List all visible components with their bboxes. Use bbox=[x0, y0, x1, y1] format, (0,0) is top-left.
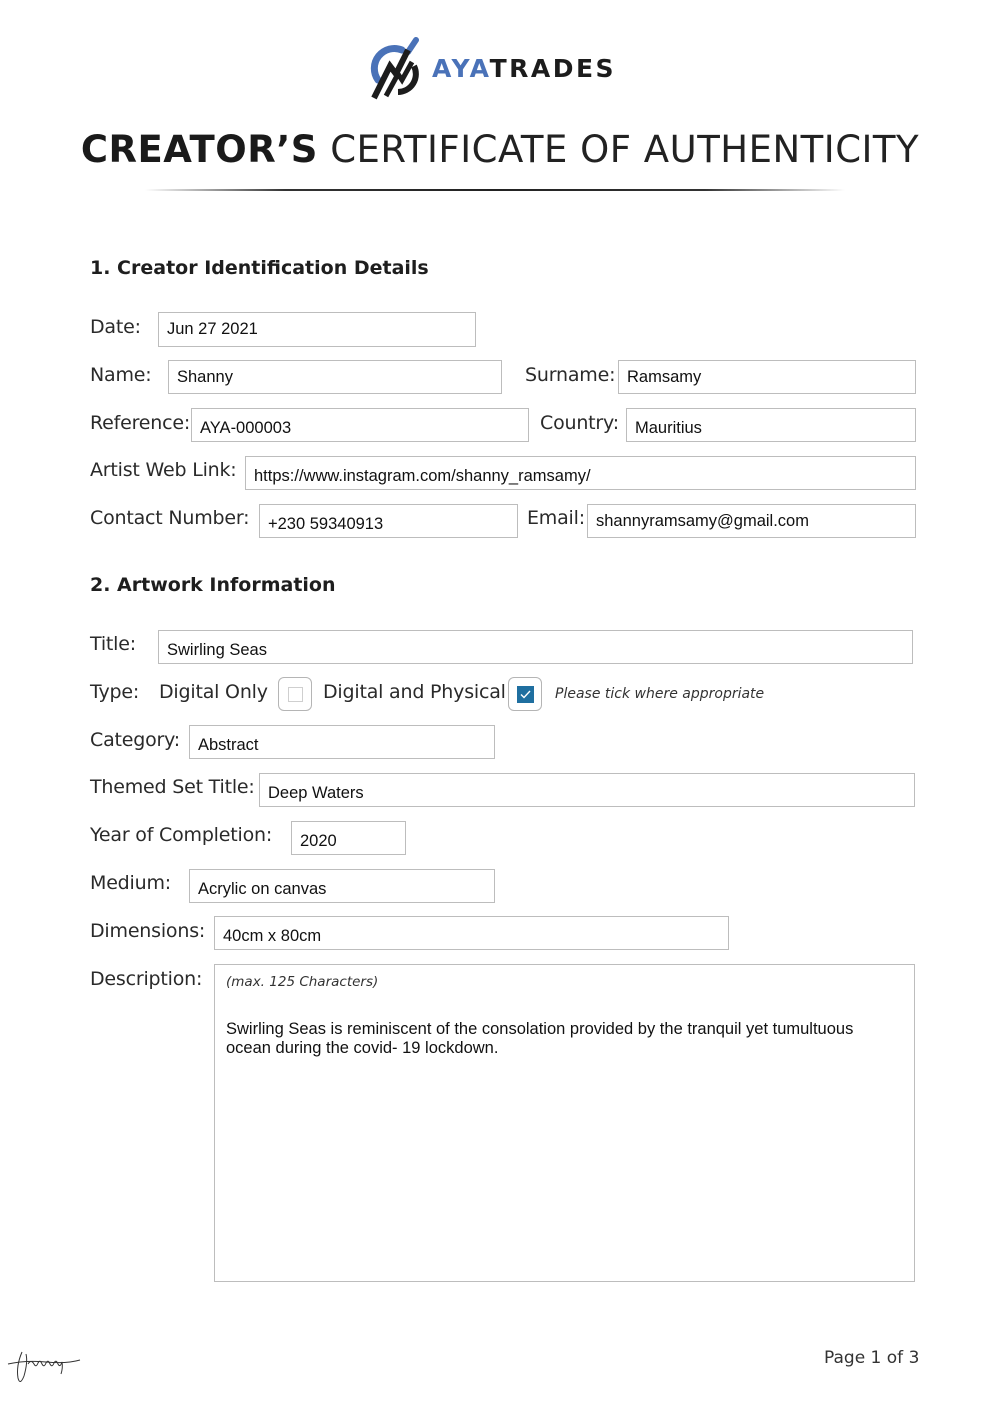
year-label: Year of Completion: bbox=[90, 824, 273, 846]
weblink-label: Artist Web Link: bbox=[90, 459, 237, 481]
date-label: Date: bbox=[90, 316, 141, 338]
surname-label: Surname: bbox=[525, 364, 616, 386]
medium-label: Medium: bbox=[90, 872, 171, 894]
name-label: Name: bbox=[90, 364, 152, 386]
section-heading-creator: 1. Creator Identification Details bbox=[90, 257, 429, 279]
date-field[interactable]: Jun 27 2021 bbox=[158, 312, 476, 347]
page-number: Page 1 of 3 bbox=[824, 1348, 920, 1368]
weblink-field[interactable]: https://www.instagram.com/shanny_ramsamy… bbox=[245, 456, 916, 490]
category-field[interactable]: Abstract bbox=[189, 725, 495, 759]
name-field[interactable]: Shanny bbox=[168, 360, 502, 394]
reference-label: Reference: bbox=[90, 412, 191, 434]
type-hint: Please tick where appropriate bbox=[555, 686, 765, 702]
type-option-digital-physical-label: Digital and Physical bbox=[323, 681, 506, 703]
themed-set-field[interactable]: Deep Waters bbox=[259, 773, 915, 807]
dimensions-label: Dimensions: bbox=[90, 920, 206, 942]
country-label: Country: bbox=[540, 412, 619, 434]
checkbox-unchecked-icon bbox=[287, 686, 303, 702]
reference-field[interactable]: AYA-000003 bbox=[191, 408, 529, 442]
category-label: Category: bbox=[90, 729, 181, 751]
surname-field[interactable]: Ramsamy bbox=[618, 360, 916, 394]
signature-icon bbox=[7, 1351, 81, 1382]
digital-and-physical-checkbox[interactable] bbox=[508, 677, 542, 711]
themed-set-label: Themed Set Title: bbox=[90, 776, 255, 798]
document-title-light: CERTIFICATE OF AUTHENTICITY bbox=[330, 128, 920, 171]
country-field[interactable]: Mauritius bbox=[626, 408, 916, 442]
digital-only-checkbox[interactable] bbox=[278, 677, 312, 711]
brand-logo: AYATRADES bbox=[368, 36, 614, 102]
description-text: Swirling Seas is reminiscent of the cons… bbox=[226, 1020, 854, 1057]
contact-label: Contact Number: bbox=[90, 507, 250, 529]
ayatrades-logo-icon bbox=[370, 37, 419, 100]
title-divider bbox=[145, 189, 845, 191]
medium-field[interactable]: Acrylic on canvas bbox=[189, 869, 495, 903]
email-field[interactable]: shannyramsamy@gmail.com bbox=[587, 504, 916, 538]
description-textarea[interactable]: (max. 125 Characters) Swirling Seas is r… bbox=[214, 964, 915, 1282]
description-label: Description: bbox=[90, 968, 203, 990]
description-hint: (max. 125 Characters) bbox=[226, 974, 379, 990]
artwork-title-field[interactable]: Swirling Seas bbox=[158, 630, 913, 664]
contact-number-field[interactable]: +230 59340913 bbox=[259, 504, 518, 538]
checkmark-icon bbox=[516, 685, 534, 703]
dimensions-field[interactable]: 40cm x 80cm bbox=[214, 916, 729, 950]
title-label: Title: bbox=[90, 633, 136, 655]
brand-name-trades: TRADES bbox=[489, 54, 617, 83]
type-option-digital-only-label: Digital Only bbox=[159, 681, 268, 703]
brand-name-aya: AYA bbox=[432, 54, 490, 83]
brand-name: AYATRADES bbox=[432, 54, 616, 83]
section-heading-artwork: 2. Artwork Information bbox=[90, 574, 336, 596]
document-title-bold: CREATOR’S bbox=[80, 128, 318, 171]
year-field[interactable]: 2020 bbox=[291, 821, 406, 855]
type-label: Type: bbox=[90, 681, 140, 703]
signature bbox=[6, 1348, 82, 1392]
document-title: CREATOR’S CERTIFICATE OF AUTHENTICITY bbox=[0, 128, 1000, 171]
email-label: Email: bbox=[527, 507, 585, 529]
